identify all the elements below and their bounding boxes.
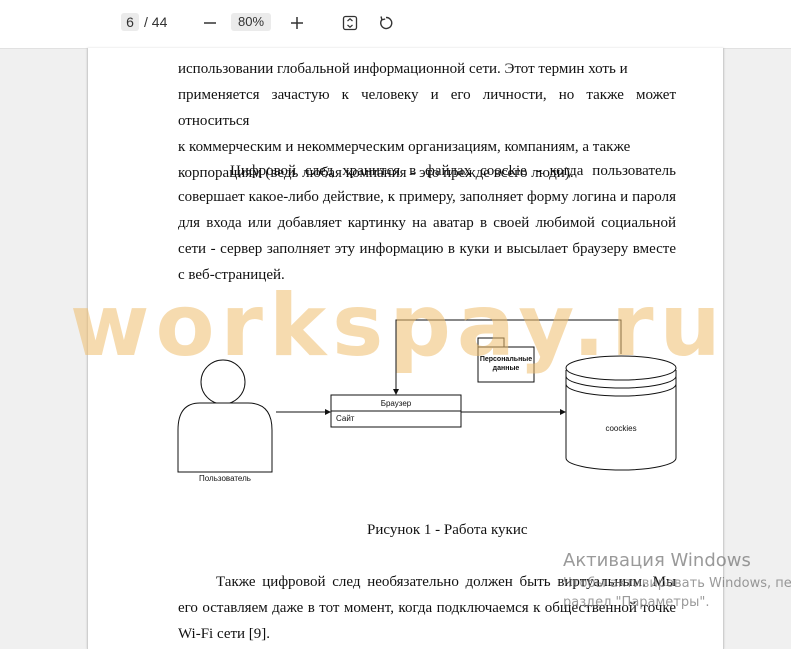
para3-line-3: Wi-Fi сети [9]. — [178, 626, 271, 642]
browser-label: Браузер — [381, 399, 412, 408]
personal-data-label-1: Персональные — [480, 356, 532, 363]
activation-title: Активация Windows — [563, 550, 751, 571]
cookies-label: coockies — [605, 424, 636, 433]
windows-activation-notice: Активация Windows Чтобы активировать Win… — [563, 550, 791, 610]
user-head-shape — [200, 359, 246, 405]
figure-caption: Рисунок 1 - Работа кукис — [367, 522, 528, 538]
user-body-shape — [177, 402, 273, 473]
activation-line-2: раздел "Параметры". — [563, 595, 710, 610]
personal-data-label-2: данные — [493, 365, 520, 372]
site-label: Сайт — [336, 414, 355, 423]
activation-line-1: Чтобы активировать Windows, пе — [563, 576, 791, 591]
user-label: Пользователь — [199, 474, 251, 483]
